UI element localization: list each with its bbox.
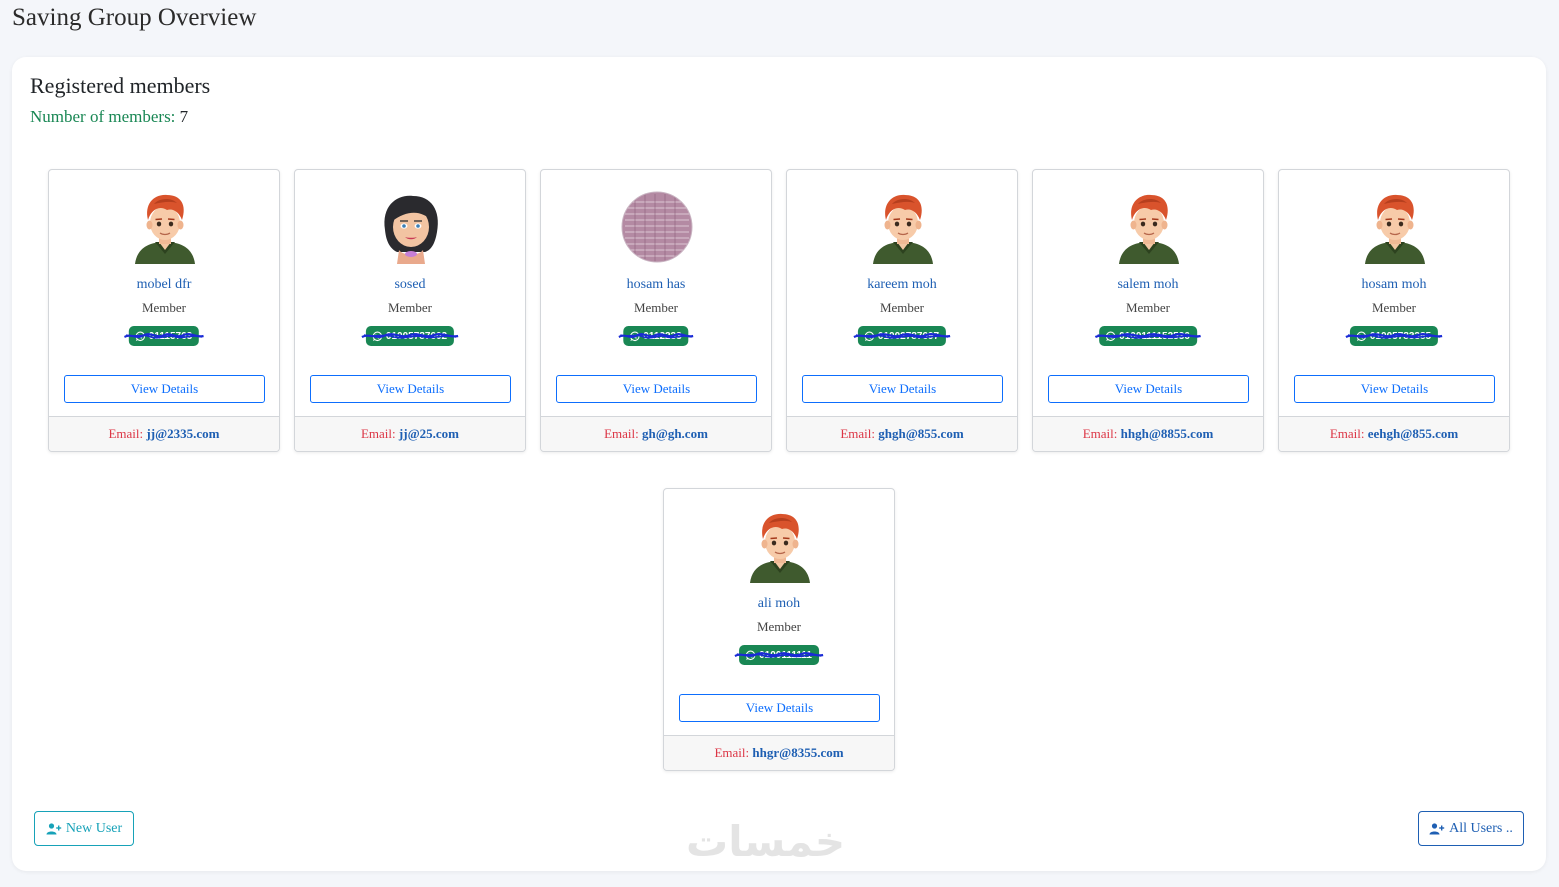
watermark-logo: خمسات	[686, 817, 846, 866]
whatsapp-icon	[1356, 331, 1367, 341]
card-footer: Email: eehgh@855.com	[1279, 416, 1509, 451]
members-count: Number of members: 7	[30, 107, 188, 127]
email-label: Email:	[604, 426, 639, 441]
view-details-button[interactable]: View Details	[64, 375, 265, 403]
members-count-value: 7	[179, 107, 189, 126]
member-card: hosam has Member 0112233 View Details Em…	[540, 169, 772, 452]
member-avatar	[867, 190, 939, 264]
member-name[interactable]: salem moh	[1033, 277, 1263, 293]
email-label: Email:	[1329, 426, 1365, 441]
member-role: Member	[387, 300, 433, 315]
card-footer: Email: ghgh@855.com	[787, 416, 1017, 451]
member-card: ali moh Member 0100111111 View Details E…	[663, 488, 895, 771]
member-name[interactable]: hosam has	[541, 277, 771, 293]
members-panel: Registered members Number of members: 7 …	[12, 57, 1546, 871]
whatsapp-badge[interactable]: 01005783385	[1345, 326, 1443, 346]
member-name[interactable]: hosam moh	[1279, 277, 1509, 293]
member-avatar	[1113, 190, 1185, 264]
whatsapp-badge[interactable]: 01005787602	[361, 326, 459, 346]
email-label: Email:	[714, 745, 750, 760]
member-phone: 0100111111	[759, 649, 812, 661]
card-footer: Email: hhgr@8355.com	[664, 735, 894, 770]
whatsapp-icon	[135, 331, 146, 341]
member-email[interactable]: jj@25.com	[399, 426, 459, 441]
member-avatar	[1359, 190, 1431, 264]
members-count-label: Number of members:	[30, 107, 176, 126]
member-email[interactable]: gh@gh.com	[642, 426, 708, 441]
card-footer: Email: jj@25.com	[295, 416, 525, 451]
member-email[interactable]: ghgh@855.com	[878, 426, 963, 441]
email-label: Email:	[840, 426, 875, 441]
card-footer: Email: jj@2335.com	[49, 416, 279, 451]
member-role: Member	[1125, 300, 1171, 315]
member-name[interactable]: mobel dfr	[49, 277, 279, 293]
whatsapp-badge[interactable]: 0100111111	[734, 645, 824, 665]
member-email[interactable]: hhgh@8855.com	[1121, 426, 1214, 441]
member-phone: 0112233	[643, 330, 682, 342]
member-role: Member	[1371, 300, 1417, 315]
email-label: Email:	[1082, 426, 1118, 441]
member-name[interactable]: kareem moh	[787, 277, 1017, 293]
whatsapp-icon	[745, 650, 756, 660]
member-avatar	[129, 190, 201, 264]
member-phone: 01005787602	[385, 330, 448, 342]
view-details-button[interactable]: View Details	[802, 375, 1003, 403]
member-name[interactable]: sosed	[295, 277, 525, 293]
view-details-button[interactable]: View Details	[310, 375, 511, 403]
member-avatar	[744, 509, 816, 583]
whatsapp-icon	[372, 331, 383, 341]
view-details-button[interactable]: View Details	[1048, 375, 1249, 403]
email-label: Email:	[360, 426, 396, 441]
new-user-label: New User	[65, 820, 123, 836]
member-role: Member	[879, 300, 925, 315]
member-role: Member	[756, 619, 802, 634]
member-avatar	[375, 190, 447, 264]
whatsapp-icon	[864, 331, 875, 341]
member-phone: 01005783385	[1369, 330, 1432, 342]
all-users-label: All Users ..	[1449, 820, 1513, 836]
member-phone: 01115763	[148, 330, 193, 342]
member-card: kareem moh Member 01002787697 View Detai…	[786, 169, 1018, 452]
member-card: sosed Member 01005787602 View Details Em…	[294, 169, 526, 452]
page-title: Saving Group Overview	[12, 4, 257, 31]
member-email[interactable]: eehgh@855.com	[1368, 426, 1458, 441]
user-plus-icon	[46, 822, 62, 834]
email-label: Email:	[108, 426, 144, 441]
card-footer: Email: hhgh@8855.com	[1033, 416, 1263, 451]
card-footer: Email: gh@gh.com	[541, 416, 771, 451]
whatsapp-badge[interactable]: 0112233	[618, 326, 694, 346]
member-phone: 01002787697	[877, 330, 940, 342]
user-plus-icon	[1429, 822, 1445, 834]
member-card: mobel dfr Member 01115763 View Details E…	[48, 169, 280, 452]
whatsapp-badge[interactable]: 01002787697	[853, 326, 951, 346]
whatsapp-icon	[630, 331, 640, 341]
new-user-button[interactable]: New User	[34, 811, 134, 846]
view-details-button[interactable]: View Details	[679, 694, 880, 722]
view-details-button[interactable]: View Details	[556, 375, 757, 403]
view-details-button[interactable]: View Details	[1294, 375, 1495, 403]
member-email[interactable]: hhgr@8355.com	[752, 745, 843, 760]
whatsapp-icon	[1105, 331, 1116, 341]
whatsapp-badge[interactable]: 01115763	[124, 326, 204, 346]
member-role: Member	[141, 300, 187, 315]
member-role: Member	[633, 300, 679, 315]
member-card: salem moh Member 0100111152536 View Deta…	[1032, 169, 1264, 452]
panel-title: Registered members	[30, 73, 211, 98]
whatsapp-badge[interactable]: 0100111152536	[1094, 326, 1201, 346]
member-phone: 0100111152536	[1119, 330, 1190, 342]
member-name[interactable]: ali moh	[664, 596, 894, 612]
member-avatar	[621, 190, 693, 264]
all-users-button[interactable]: All Users ..	[1418, 811, 1524, 846]
member-email[interactable]: jj@2335.com	[146, 426, 219, 441]
member-card: hosam moh Member 01005783385 View Detail…	[1278, 169, 1510, 452]
